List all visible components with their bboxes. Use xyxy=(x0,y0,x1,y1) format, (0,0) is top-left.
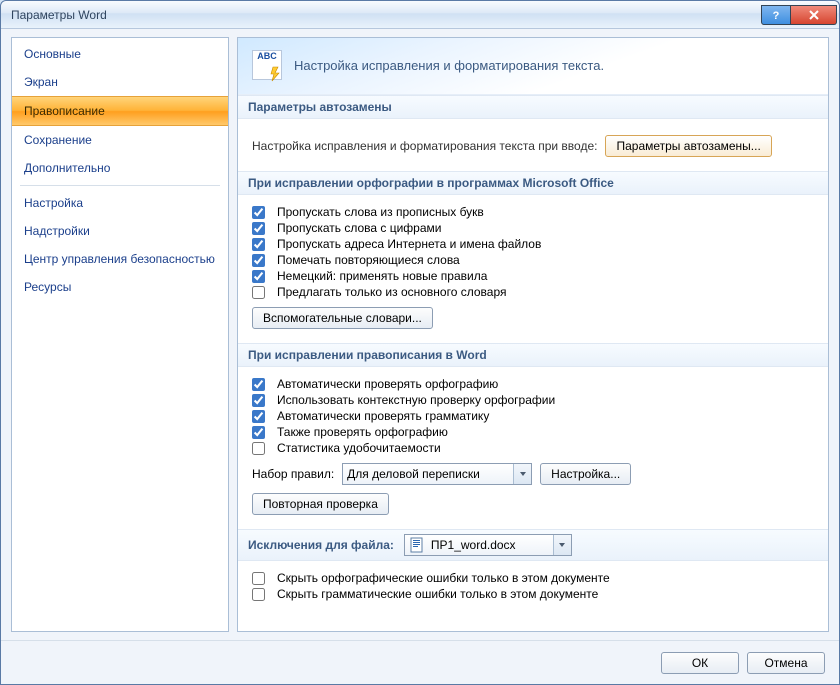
check-ignore-urls-label: Пропускать адреса Интернета и имена файл… xyxy=(277,237,541,251)
check-contextual-spell-label: Использовать контекстную проверку орфогр… xyxy=(277,393,555,407)
document-icon xyxy=(409,537,425,553)
sidebar-item-general[interactable]: Основные xyxy=(12,40,228,68)
category-sidebar: Основные Экран Правописание Сохранение Д… xyxy=(11,37,229,632)
sidebar-item-advanced[interactable]: Дополнительно xyxy=(12,154,228,182)
section-word-spell-header: При исправлении правописания в Word xyxy=(238,343,828,367)
check-ignore-uppercase[interactable] xyxy=(252,206,265,219)
close-button[interactable] xyxy=(791,5,837,25)
ruleset-settings-button[interactable]: Настройка... xyxy=(540,463,631,485)
exceptions-file-select[interactable]: ПР1_word.docx xyxy=(404,534,572,556)
sidebar-item-addins[interactable]: Надстройки xyxy=(12,217,228,245)
sidebar-item-resources[interactable]: Ресурсы xyxy=(12,273,228,301)
check-flag-repeats-label: Помечать повторяющиеся слова xyxy=(277,253,460,267)
check-flag-repeats[interactable] xyxy=(252,254,265,267)
check-hide-grammar-errors-label: Скрыть грамматические ошибки только в эт… xyxy=(277,587,598,601)
sidebar-item-display[interactable]: Экран xyxy=(12,68,228,96)
check-hide-spell-errors-label: Скрыть орфографические ошибки только в э… xyxy=(277,571,610,585)
chevron-down-icon xyxy=(553,535,571,555)
dialog-footer: ОК Отмена xyxy=(1,640,839,684)
check-main-dict-only-label: Предлагать только из основного словаря xyxy=(277,285,506,299)
ok-button[interactable]: ОК xyxy=(661,652,739,674)
check-german-rules-label: Немецкий: применять новые правила xyxy=(277,269,487,283)
check-auto-spell[interactable] xyxy=(252,378,265,391)
check-ignore-urls[interactable] xyxy=(252,238,265,251)
section-office-spell-header: При исправлении орфографии в программах … xyxy=(238,171,828,195)
check-also-spell-label: Также проверять орфографию xyxy=(277,425,448,439)
check-auto-grammar-label: Автоматически проверять грамматику xyxy=(277,409,489,423)
check-hide-grammar-errors[interactable] xyxy=(252,588,265,601)
ruleset-label: Набор правил: xyxy=(252,467,334,481)
sidebar-item-save[interactable]: Сохранение xyxy=(12,126,228,154)
sidebar-item-trust-center[interactable]: Центр управления безопасностью xyxy=(12,245,228,273)
autocorrect-options-button[interactable]: Параметры автозамены... xyxy=(605,135,771,157)
check-hide-spell-errors[interactable] xyxy=(252,572,265,585)
check-auto-spell-label: Автоматически проверять орфографию xyxy=(277,377,498,391)
svg-text:?: ? xyxy=(773,10,780,21)
check-ignore-digits[interactable] xyxy=(252,222,265,235)
check-ignore-digits-label: Пропускать слова с цифрами xyxy=(277,221,441,235)
check-ignore-uppercase-label: Пропускать слова из прописных букв xyxy=(277,205,484,219)
word-options-dialog: Параметры Word ? Основные Экран Правопис… xyxy=(0,0,840,685)
custom-dictionaries-button[interactable]: Вспомогательные словари... xyxy=(252,307,433,329)
exceptions-title: Исключения для файла: xyxy=(248,538,394,552)
window-title: Параметры Word xyxy=(11,8,761,22)
ruleset-select[interactable]: Для деловой переписки xyxy=(342,463,532,485)
check-also-spell[interactable] xyxy=(252,426,265,439)
sidebar-item-proofing[interactable]: Правописание xyxy=(12,96,228,126)
check-auto-grammar[interactable] xyxy=(252,410,265,423)
options-panel: ABC Настройка исправления и форматирован… xyxy=(237,37,829,632)
recheck-button[interactable]: Повторная проверка xyxy=(252,493,389,515)
exceptions-file-value: ПР1_word.docx xyxy=(431,538,516,552)
check-contextual-spell[interactable] xyxy=(252,394,265,407)
check-readability-stats-label: Статистика удобочитаемости xyxy=(277,441,441,455)
titlebar[interactable]: Параметры Word ? xyxy=(1,1,839,29)
chevron-down-icon xyxy=(513,464,531,484)
cancel-button[interactable]: Отмена xyxy=(747,652,825,674)
check-german-rules[interactable] xyxy=(252,270,265,283)
section-autocorrect-header: Параметры автозамены xyxy=(238,95,828,119)
section-exceptions-header: Исключения для файла: ПР1_word.docx xyxy=(238,529,828,561)
autocorrect-description: Настройка исправления и форматирования т… xyxy=(252,139,597,153)
ruleset-value: Для деловой переписки xyxy=(347,467,480,481)
check-main-dict-only[interactable] xyxy=(252,286,265,299)
help-button[interactable]: ? xyxy=(761,5,791,25)
page-heading: Настройка исправления и форматирования т… xyxy=(294,58,604,73)
check-readability-stats[interactable] xyxy=(252,442,265,455)
sidebar-item-customize[interactable]: Настройка xyxy=(12,189,228,217)
proofing-icon: ABC xyxy=(252,50,282,80)
